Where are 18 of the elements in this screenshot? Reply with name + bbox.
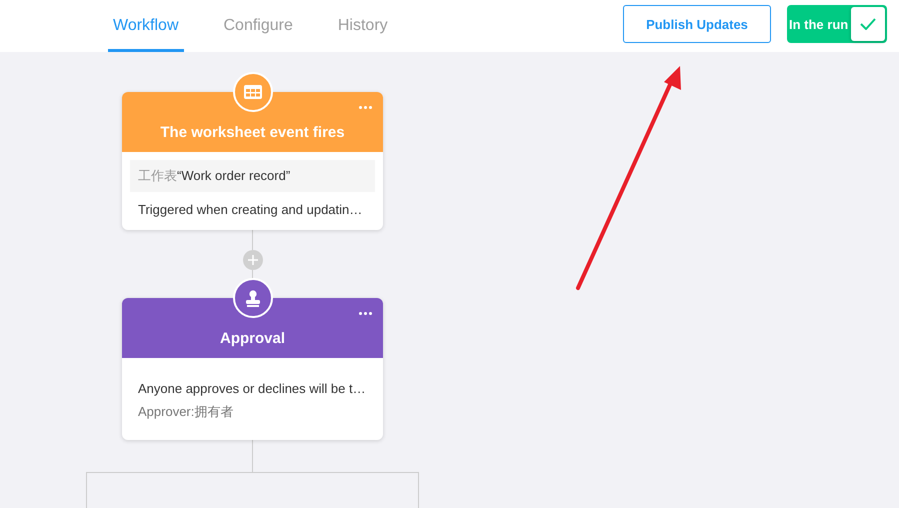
stamp-icon [244,290,260,306]
table-icon [244,85,262,99]
publish-button[interactable]: Publish Updates [623,5,771,43]
node-title: Approval [220,330,285,347]
node-detail: Approver:拥有者 [137,403,234,421]
tab[interactable]: Configure [218,0,298,52]
tab[interactable]: Workflow [108,0,184,52]
check-icon [860,18,876,30]
more-icon[interactable] [359,312,372,315]
worksheet-field: 工作表“Work order record” [130,160,375,192]
node-card[interactable]: The worksheet event fires 工作表“Work order record” Triggered when creating and updatin… [122,92,383,230]
run-toggle[interactable]: In the run [787,5,887,43]
node-description: Triggered when creating and updatin… [137,201,364,219]
add-step-icon[interactable] [242,250,262,270]
tab[interactable]: History [332,0,393,52]
node-card[interactable]: Approval Anyone approves or declines will be t… Approver:拥有者 [122,298,383,440]
node-description: Anyone approves or declines will be t… [137,380,367,398]
node-title: The worksheet event fires [160,124,345,141]
